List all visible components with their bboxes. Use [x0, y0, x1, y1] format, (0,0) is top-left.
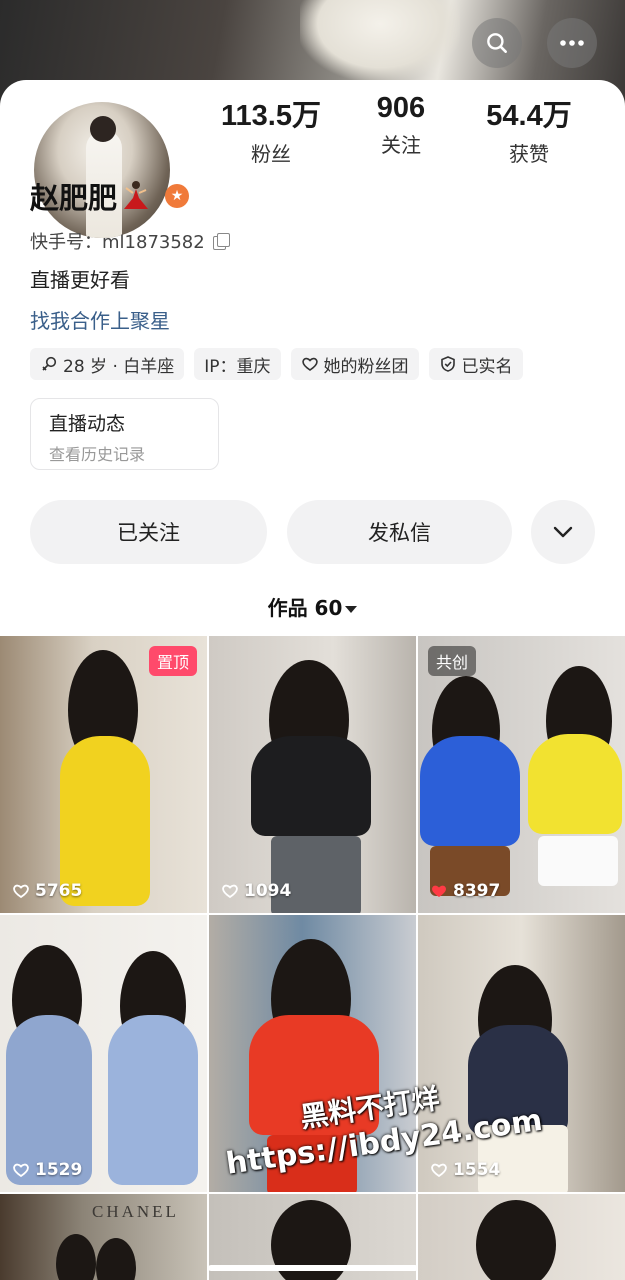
following-label: 关注 [381, 133, 421, 157]
figure-hair [476, 1200, 556, 1280]
message-button-label: 发私信 [368, 521, 431, 545]
business-link[interactable]: 找我合作上聚星 [30, 305, 170, 334]
uid-row[interactable]: 快手号：ml1873582 [30, 228, 230, 254]
like-count-value: 8397 [453, 881, 501, 901]
following-count: 906 [376, 92, 426, 124]
gender-icon [42, 356, 57, 371]
like-count: 1529 [12, 1160, 82, 1180]
tag-verified[interactable]: 已实名 [428, 348, 523, 380]
home-indicator[interactable] [208, 1265, 418, 1271]
tag-ip-label: IP：重庆 [204, 356, 271, 377]
copy-icon[interactable] [212, 233, 230, 250]
figure-outfit [251, 736, 371, 836]
live-subtitle: 查看历史记录 [49, 445, 146, 464]
stat-likes[interactable]: 54.4万 获赞 [464, 92, 594, 167]
like-count-value: 1554 [453, 1160, 501, 1180]
live-history-card[interactable]: 直播动态 查看历史记录 [30, 398, 219, 470]
figure-outfit [528, 734, 622, 834]
heart-outline-icon [222, 884, 238, 899]
video-tile[interactable]: CHANEL [0, 1194, 207, 1280]
like-count: 5765 [12, 881, 82, 901]
video-tile[interactable]: 1094 [209, 636, 416, 913]
like-count: 8397 [430, 881, 500, 901]
expand-button[interactable] [531, 500, 595, 564]
tag-fan-group-label: 她的粉丝团 [323, 356, 409, 377]
likes-count: 54.4万 [486, 100, 572, 132]
stats-row: 113.5万 粉丝 906 关注 54.4万 获赞 [0, 92, 625, 172]
name-row: 赵肥肥 ★ [30, 175, 190, 217]
followed-button[interactable]: 已关注 [30, 500, 267, 564]
tag-fan-group[interactable]: 她的粉丝团 [290, 348, 419, 380]
like-count-value: 5765 [35, 881, 83, 901]
more-button[interactable] [547, 18, 597, 68]
video-tile[interactable]: 共创 8397 [418, 636, 625, 913]
shield-check-icon [440, 356, 455, 372]
profile-name: 赵肥肥 [30, 181, 118, 215]
live-title: 直播动态 [49, 413, 126, 435]
figure-skirt [271, 836, 361, 913]
heart-outline-icon [431, 1163, 447, 1178]
like-count: 1094 [221, 881, 291, 901]
pinned-badge: 置顶 [148, 646, 197, 676]
tag-age-label: 28 岁 · 白羊座 [63, 356, 175, 377]
figure-outfit [108, 1015, 198, 1185]
like-count-value: 1529 [35, 1160, 83, 1180]
followers-label: 粉丝 [251, 142, 291, 166]
video-tile[interactable] [418, 1194, 625, 1280]
dancer-emoji-icon [124, 181, 149, 209]
like-count-value: 1094 [244, 881, 292, 901]
tag-ip[interactable]: IP：重庆 [194, 348, 281, 380]
stat-following[interactable]: 906 关注 [336, 92, 466, 158]
more-dots-icon [560, 40, 584, 46]
followers-count: 113.5万 [221, 100, 321, 132]
figure-outfit [420, 736, 520, 846]
works-label: 作品 60 [267, 596, 343, 620]
followed-button-label: 已关注 [117, 521, 180, 545]
video-tile[interactable]: 1529 [0, 915, 207, 1192]
tags-row: 28 岁 · 白羊座 IP：重庆 她的粉丝团 已实名 [30, 348, 523, 380]
chevron-down-icon [553, 526, 573, 538]
figure-shorts [538, 836, 618, 886]
message-button[interactable]: 发私信 [287, 500, 512, 564]
profile-card: 113.5万 粉丝 906 关注 54.4万 获赞 赵肥肥 ★ 快手号：ml18… [0, 80, 625, 640]
tag-verified-label: 已实名 [461, 356, 513, 377]
works-tab[interactable]: 作品 60 [0, 592, 625, 621]
uid-text: 快手号：ml1873582 [30, 232, 205, 253]
caret-down-icon [345, 606, 358, 613]
collab-badge: 共创 [428, 646, 477, 676]
cover-figure [300, 0, 460, 80]
search-button[interactable] [472, 18, 522, 68]
heart-filled-icon [432, 885, 446, 897]
heart-outline-icon [13, 884, 29, 899]
bio-text: 直播更好看 [30, 268, 130, 292]
like-count: 1554 [430, 1160, 500, 1180]
star-badge-icon[interactable]: ★ [165, 184, 190, 208]
video-tile[interactable]: 置顶 5765 [0, 636, 207, 913]
heart-outline-icon [13, 1163, 29, 1178]
store-sign-text: CHANEL [92, 1202, 179, 1221]
heart-outline-icon [301, 357, 318, 371]
tag-age[interactable]: 28 岁 · 白羊座 [30, 348, 185, 380]
likes-label: 获赞 [509, 142, 549, 166]
search-icon [487, 33, 507, 53]
stat-followers[interactable]: 113.5万 粉丝 [206, 92, 336, 167]
